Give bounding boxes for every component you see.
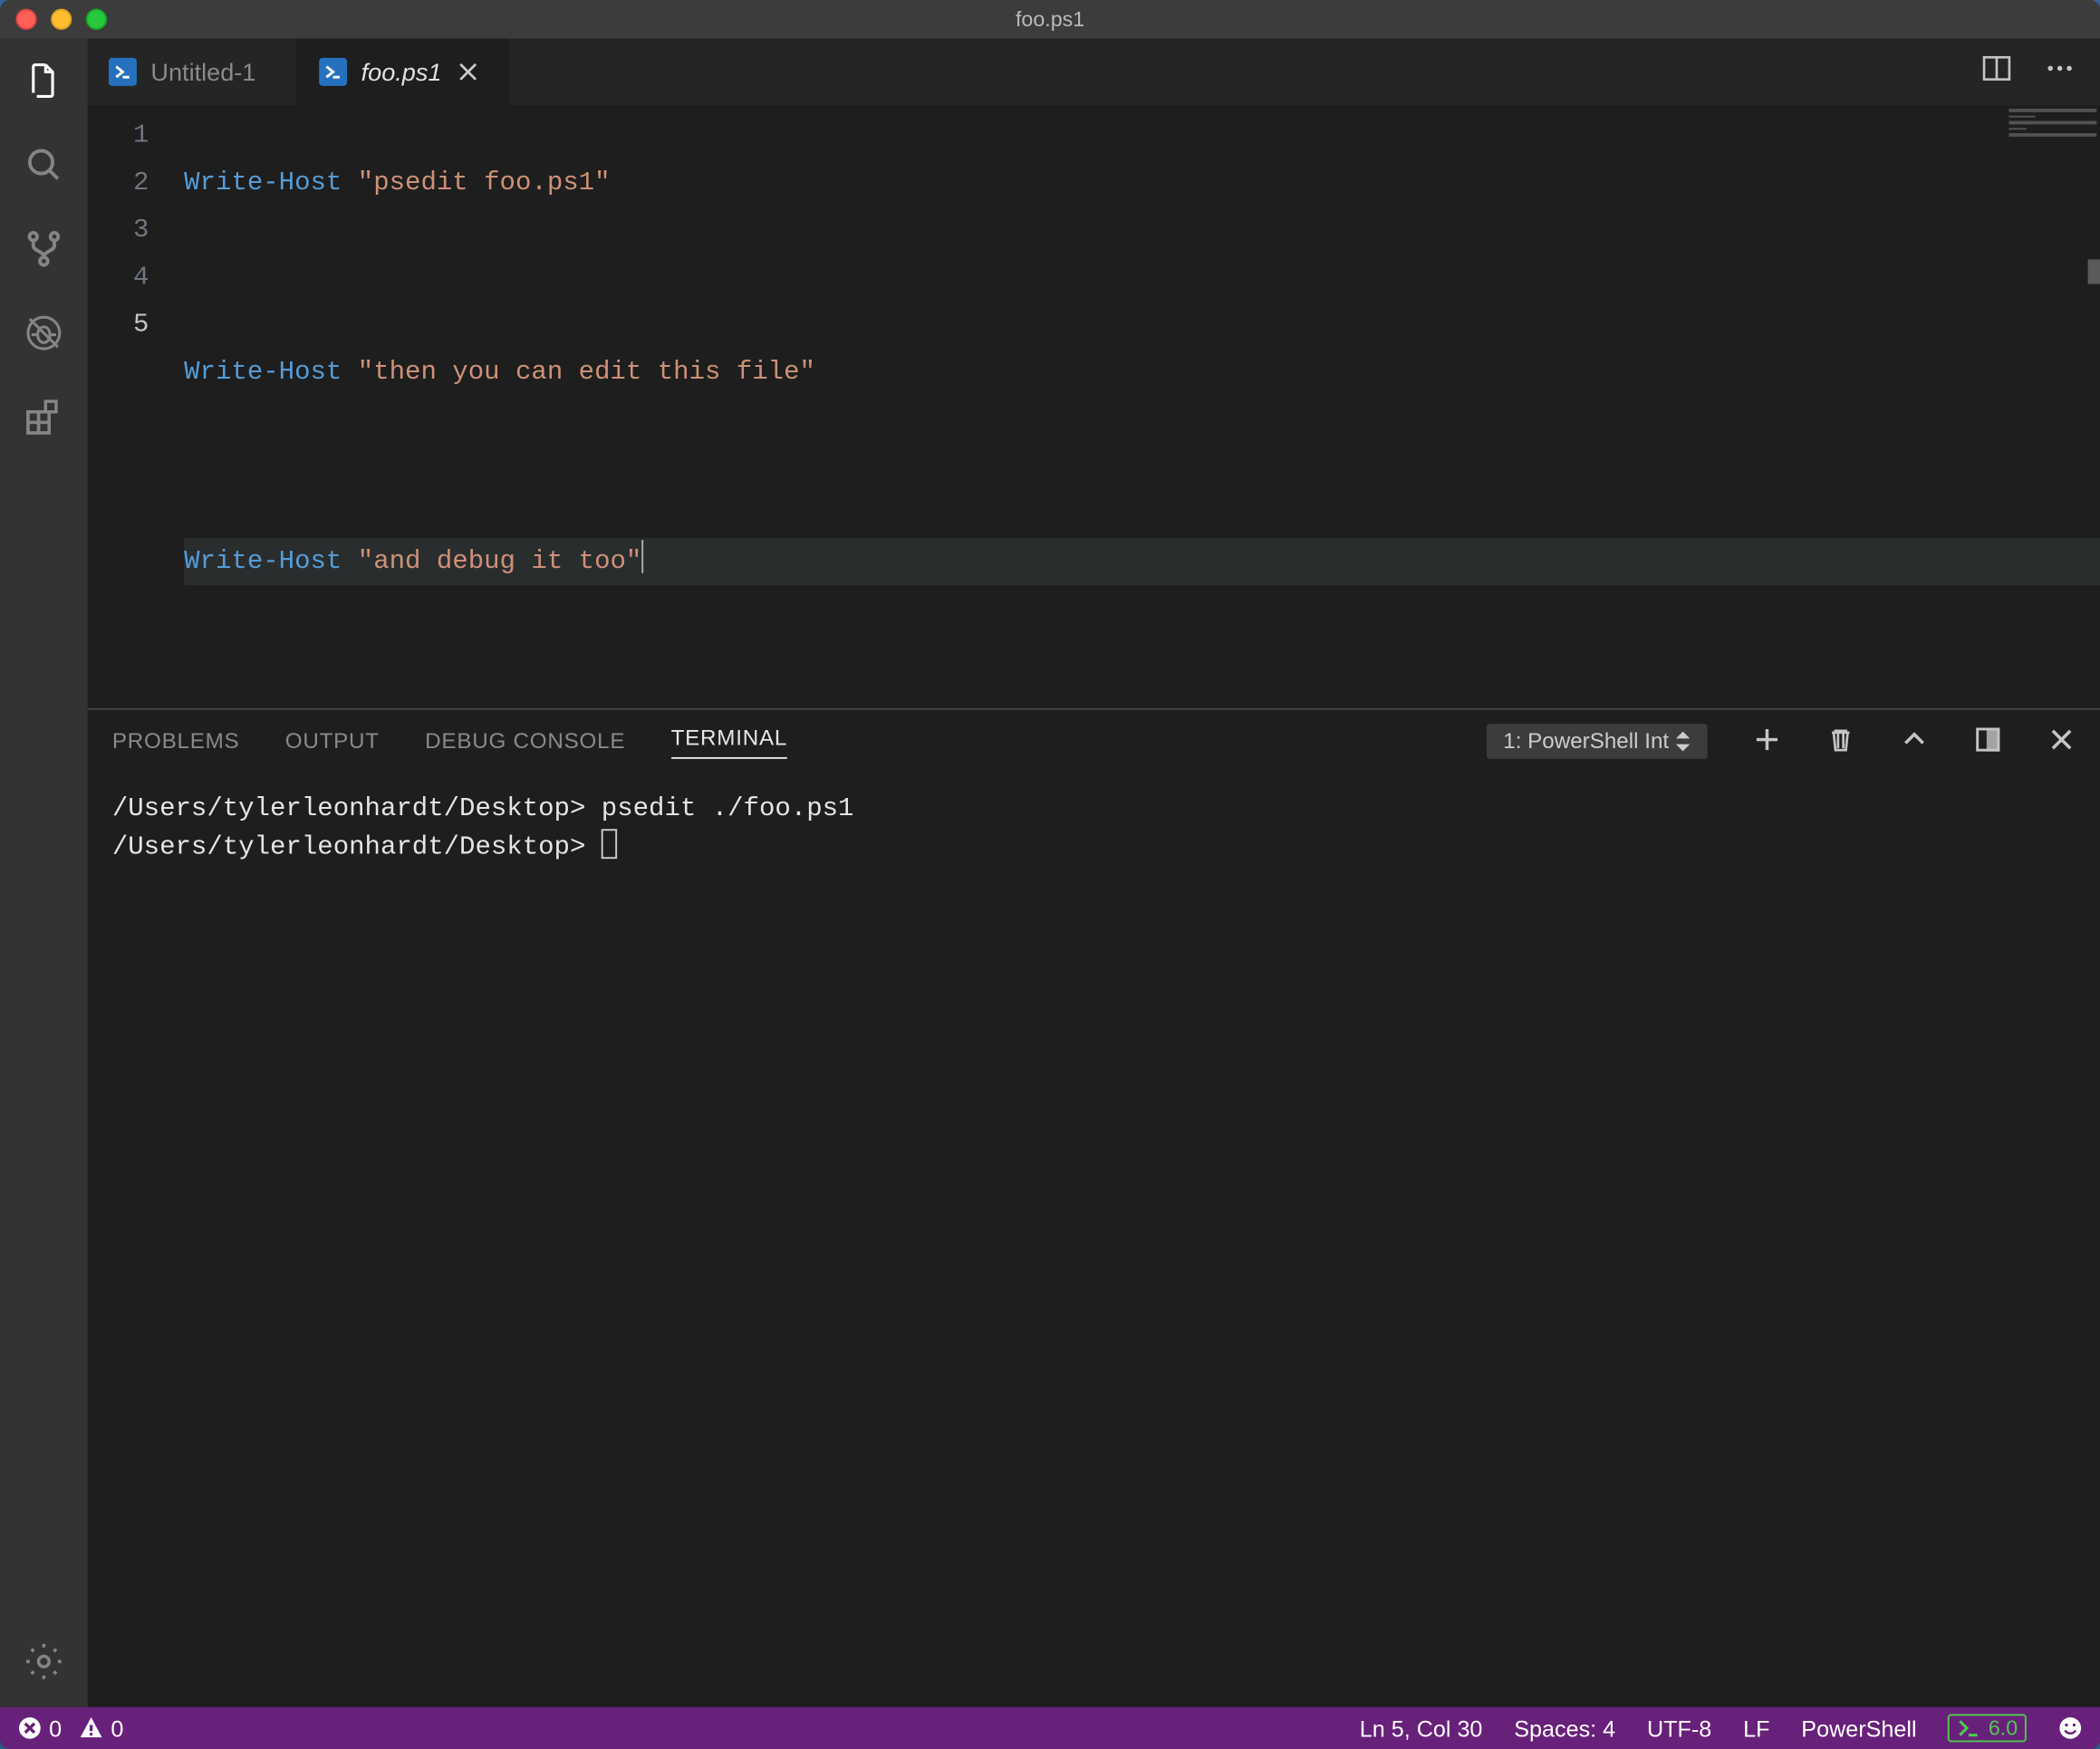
more-actions-icon[interactable] <box>2044 52 2076 92</box>
tab-label: Untitled-1 <box>150 58 255 86</box>
code-token: Write-Host <box>184 168 342 198</box>
terminal-line: /Users/tylerleonhardt/Desktop> <box>112 832 602 862</box>
zoom-window-button[interactable] <box>86 9 107 30</box>
line-number: 1 <box>88 112 184 159</box>
text-cursor <box>641 540 643 573</box>
editor-tabbar: Untitled-1 foo.ps1 <box>88 39 2100 106</box>
debug-icon[interactable] <box>19 309 68 358</box>
extensions-icon[interactable] <box>19 392 68 441</box>
panel-tab-output[interactable]: OUTPUT <box>285 729 380 754</box>
vscode-window: foo.ps1 <box>0 0 2100 1749</box>
line-number: 3 <box>88 207 184 254</box>
line-number: 4 <box>88 255 184 302</box>
minimize-window-button[interactable] <box>51 9 72 30</box>
split-editor-icon[interactable] <box>1981 52 2013 92</box>
settings-gear-icon[interactable] <box>19 1637 68 1686</box>
status-errors[interactable]: 0 <box>17 1715 62 1741</box>
activity-bar <box>0 39 88 1707</box>
bottom-panel: PROBLEMS OUTPUT DEBUG CONSOLE TERMINAL 1… <box>88 708 2100 1707</box>
powershell-file-icon <box>109 58 137 86</box>
scrollbar-marker[interactable] <box>2088 259 2100 283</box>
status-eol[interactable]: LF <box>1743 1715 1769 1741</box>
powershell-version-text: 6.0 <box>1989 1715 2018 1740</box>
close-tab-icon[interactable] <box>456 60 480 84</box>
titlebar[interactable]: foo.ps1 <box>0 0 2100 39</box>
status-indentation[interactable]: Spaces: 4 <box>1514 1715 1615 1741</box>
status-feedback-icon[interactable] <box>2058 1715 2083 1740</box>
error-count: 0 <box>49 1715 62 1741</box>
status-warnings[interactable]: 0 <box>80 1715 124 1741</box>
code-token: "and debug it too" <box>358 547 642 577</box>
powershell-file-icon <box>319 58 347 86</box>
panel-tabbar: PROBLEMS OUTPUT DEBUG CONSOLE TERMINAL 1… <box>88 710 2100 774</box>
terminal-line: /Users/tylerleonhardt/Desktop> psedit ./… <box>112 794 854 824</box>
code-area[interactable]: Write-Host "psedit foo.ps1" Write-Host "… <box>184 105 2100 708</box>
status-powershell-version[interactable]: 6.0 <box>1948 1714 2026 1742</box>
line-number-gutter: 1 2 3 4 5 <box>88 105 184 708</box>
text-editor[interactable]: 1 2 3 4 5 Write-Host "psedit foo.ps1" Wr… <box>88 105 2100 708</box>
collapse-panel-icon[interactable] <box>1901 725 1929 758</box>
code-token: "psedit foo.ps1" <box>358 168 611 198</box>
close-panel-icon[interactable] <box>2047 725 2076 758</box>
tab-untitled-1[interactable]: Untitled-1 <box>88 39 298 106</box>
status-encoding[interactable]: UTF-8 <box>1647 1715 1711 1741</box>
tab-label: foo.ps1 <box>361 58 442 86</box>
maximize-panel-icon[interactable] <box>1974 725 2002 758</box>
close-window-button[interactable] <box>15 9 36 30</box>
line-number: 5 <box>88 302 184 349</box>
warning-count: 0 <box>111 1715 123 1741</box>
terminal[interactable]: /Users/tylerleonhardt/Desktop> psedit ./… <box>88 773 2100 1706</box>
status-language-mode[interactable]: PowerShell <box>1801 1715 1916 1741</box>
new-terminal-icon[interactable] <box>1753 725 1781 758</box>
panel-tab-debug-console[interactable]: DEBUG CONSOLE <box>425 729 625 754</box>
line-number: 2 <box>88 159 184 207</box>
window-controls <box>0 9 107 30</box>
code-token: Write-Host <box>184 358 342 388</box>
editor-actions <box>1981 39 2100 106</box>
terminal-selector-label: 1: PowerShell Int <box>1503 729 1669 754</box>
panel-tab-problems[interactable]: PROBLEMS <box>112 729 240 754</box>
window-title: foo.ps1 <box>0 7 2100 32</box>
explorer-icon[interactable] <box>19 56 68 105</box>
code-token: "then you can edit this file" <box>358 358 815 388</box>
kill-terminal-icon[interactable] <box>1826 725 1854 758</box>
code-token: Write-Host <box>184 547 342 577</box>
search-icon[interactable] <box>19 140 68 189</box>
status-cursor-position[interactable]: Ln 5, Col 30 <box>1360 1715 1483 1741</box>
panel-tab-terminal[interactable]: TERMINAL <box>671 725 787 758</box>
source-control-icon[interactable] <box>19 225 68 274</box>
terminal-cursor <box>602 829 617 859</box>
editor-group: Untitled-1 foo.ps1 <box>88 39 2100 1707</box>
tab-foo-ps1[interactable]: foo.ps1 <box>298 39 508 106</box>
minimap[interactable] <box>2009 109 2097 137</box>
terminal-selector[interactable]: 1: PowerShell Int <box>1486 724 1708 759</box>
status-bar: 0 0 Ln 5, Col 30 Spaces: 4 UTF-8 LF Powe… <box>0 1707 2100 1749</box>
